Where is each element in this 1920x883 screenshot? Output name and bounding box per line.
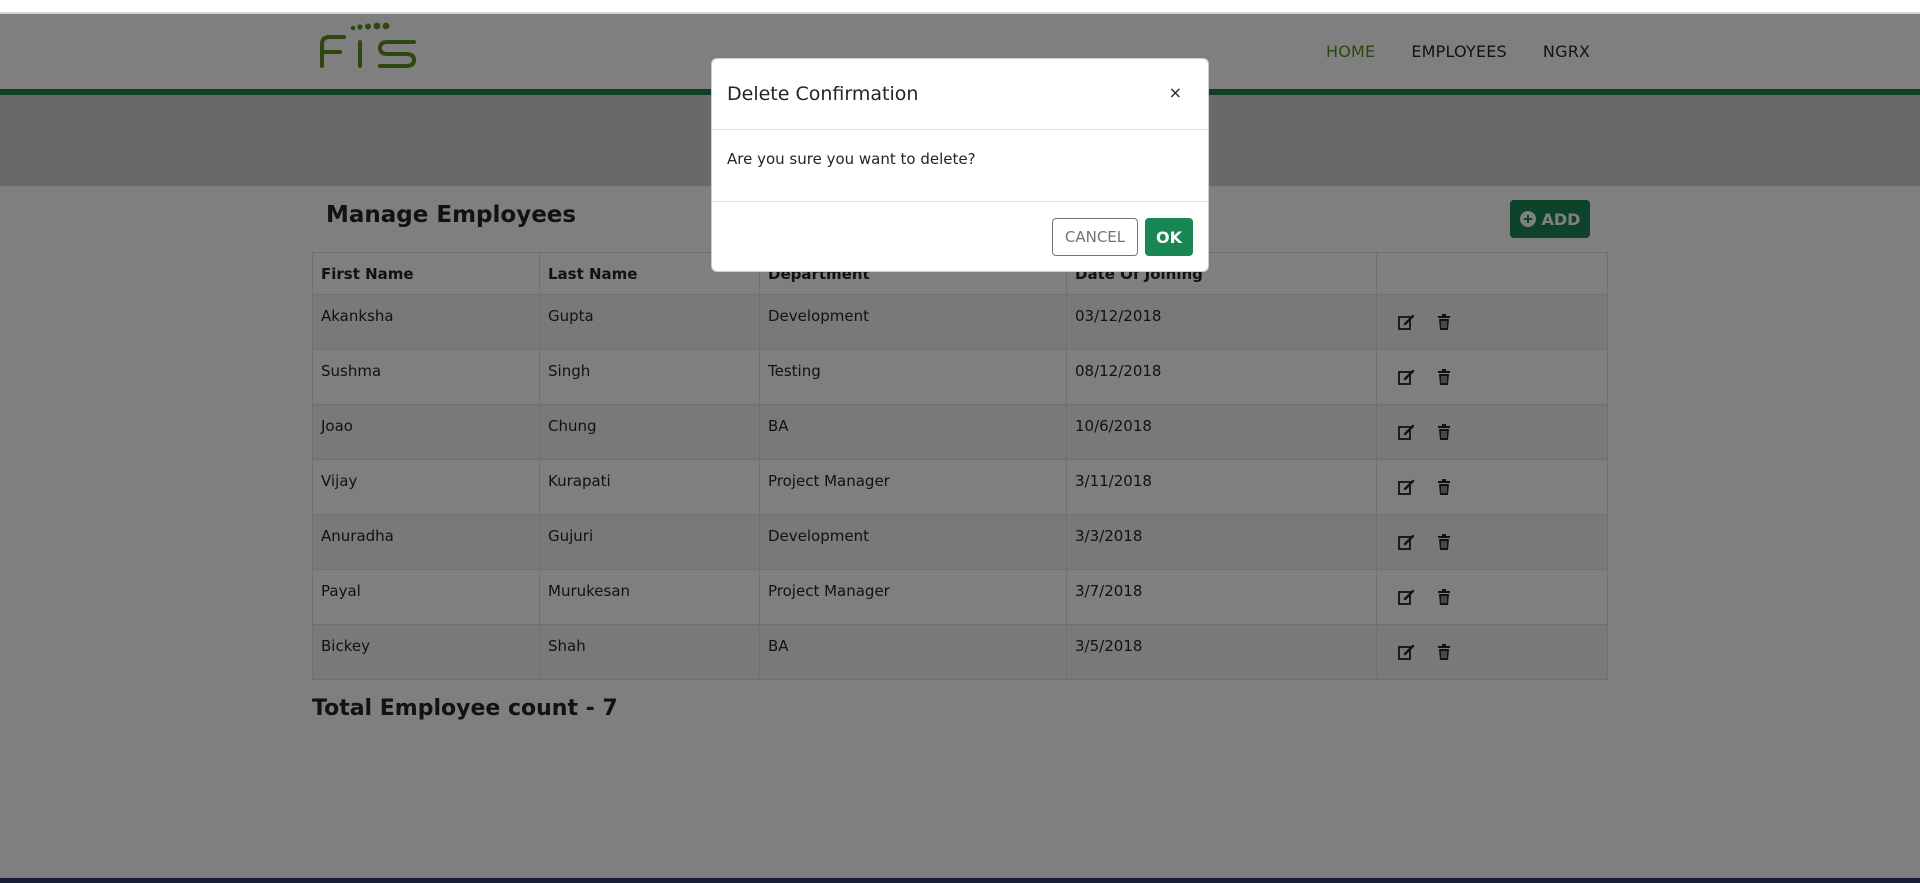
browser-top-strip [0, 0, 1920, 14]
cancel-button[interactable]: CANCEL [1052, 218, 1138, 256]
modal-backdrop[interactable]: Delete Confirmation × Are you sure you w… [0, 14, 1920, 883]
close-icon[interactable]: × [1169, 83, 1182, 102]
ok-button[interactable]: OK [1145, 218, 1193, 256]
modal-body: Are you sure you want to delete? [712, 130, 1208, 202]
modal-message: Are you sure you want to delete? [727, 150, 976, 168]
modal-title: Delete Confirmation [727, 83, 919, 105]
modal-footer: CANCEL OK [712, 202, 1208, 272]
modal-header: Delete Confirmation × [712, 59, 1208, 130]
delete-confirmation-dialog: Delete Confirmation × Are you sure you w… [711, 58, 1209, 272]
